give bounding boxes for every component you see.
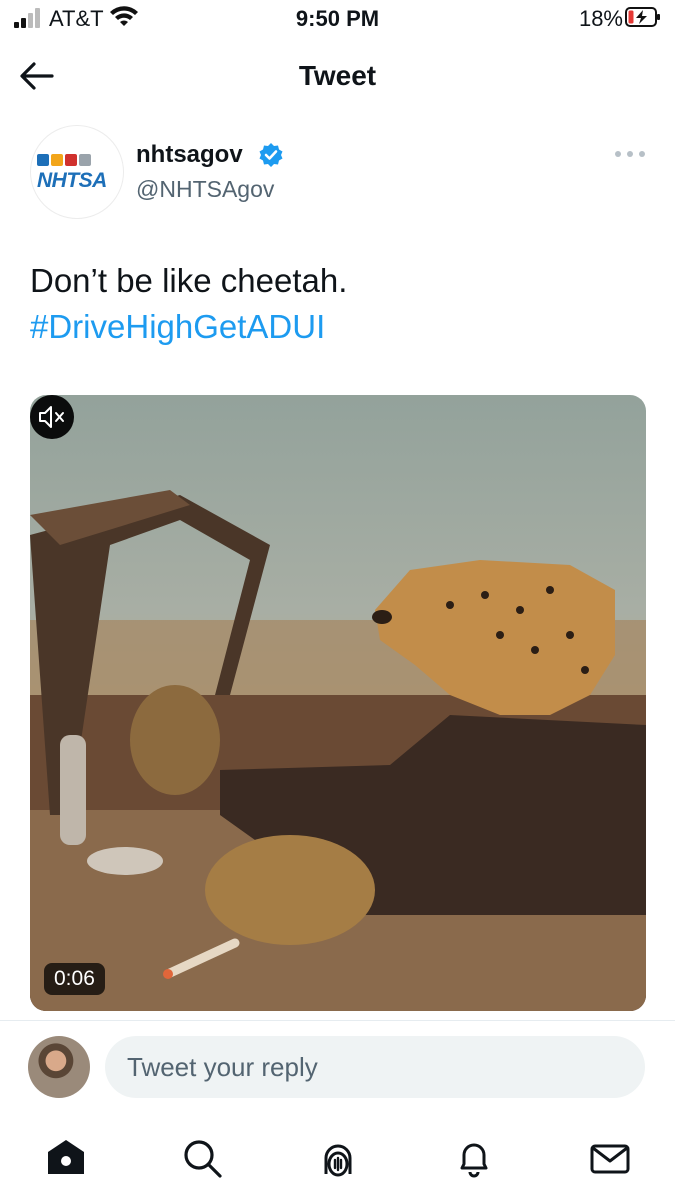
notifications-icon[interactable] xyxy=(450,1134,498,1182)
search-icon[interactable] xyxy=(178,1134,226,1182)
home-icon[interactable] xyxy=(42,1134,90,1182)
nhtsa-logo-icon xyxy=(37,154,91,166)
page-title: Tweet xyxy=(298,60,377,91)
top-header: Tweet xyxy=(0,40,675,112)
divider xyxy=(0,1020,675,1021)
author-handle[interactable]: @NHTSAgov xyxy=(136,176,274,203)
reply-input[interactable]: Tweet your reply xyxy=(105,1036,645,1098)
bottom-nav xyxy=(0,1120,675,1200)
user-avatar[interactable] xyxy=(28,1036,90,1098)
messages-icon[interactable] xyxy=(586,1134,634,1182)
video-duration: 0:06 xyxy=(44,963,105,995)
hashtag-link[interactable]: #DriveHighGetADUI xyxy=(30,304,640,350)
author-avatar[interactable]: NHTSA xyxy=(30,125,124,219)
muted-speaker-icon[interactable] xyxy=(30,395,74,439)
tweet-video[interactable]: 0:06 xyxy=(30,395,646,1011)
more-options-icon[interactable] xyxy=(615,144,645,164)
clock-time: 9:50 PM xyxy=(295,6,380,31)
spaces-icon[interactable] xyxy=(314,1134,362,1182)
avatar-logo-text: NHTSA xyxy=(37,169,107,192)
tweet-body: Don’t be like cheetah. xyxy=(30,262,348,299)
tweet-text: Don’t be like cheetah. #DriveHighGetADUI xyxy=(30,258,640,350)
verified-badge-icon xyxy=(259,143,283,167)
battery-charging-icon xyxy=(625,7,660,27)
author-display-name[interactable]: nhtsagov xyxy=(136,141,243,169)
video-frame-image xyxy=(30,490,646,1011)
battery-percent: 18% xyxy=(578,6,623,31)
status-bar: AT&T 9:50 PM 18% xyxy=(0,0,675,40)
